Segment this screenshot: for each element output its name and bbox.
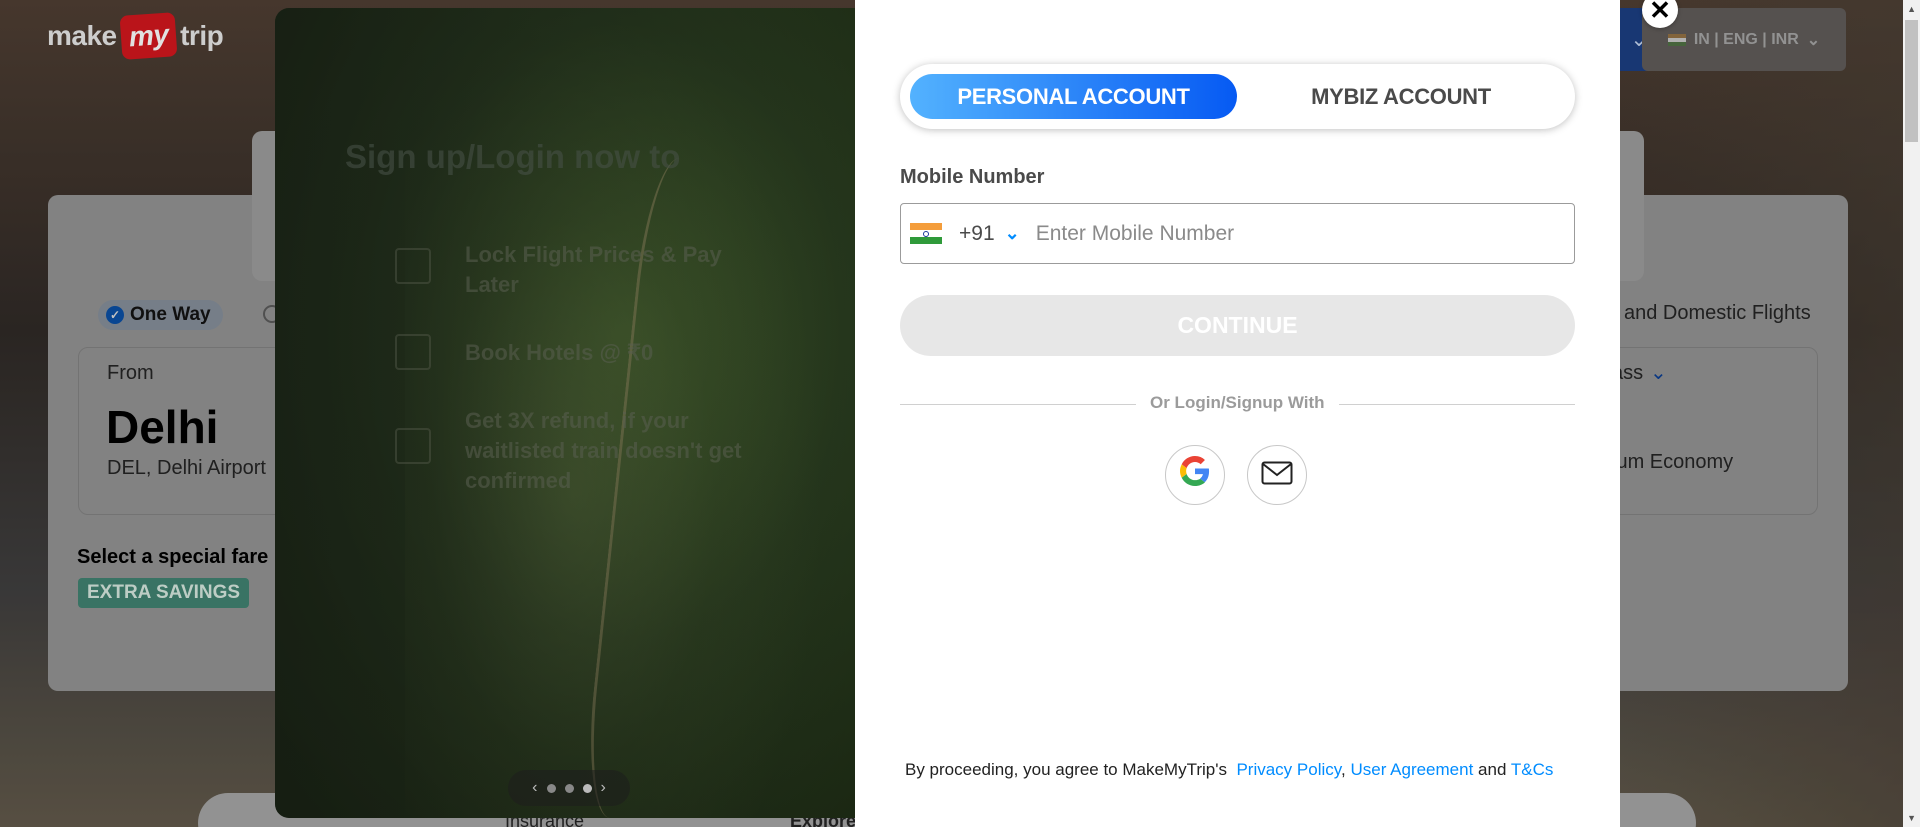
- train-icon: [395, 428, 431, 464]
- or-login-label: Or Login/Signup With: [1136, 393, 1339, 413]
- chevron-down-icon[interactable]: ⌄: [1005, 223, 1020, 244]
- account-type-toggle: PERSONAL ACCOUNT MYBIZ ACCOUNT: [900, 64, 1575, 129]
- tab-personal-account[interactable]: PERSONAL ACCOUNT: [910, 74, 1237, 119]
- user-agreement-link[interactable]: User Agreement: [1350, 760, 1473, 779]
- mobile-number-field: +91 ⌄: [900, 203, 1575, 264]
- envelope-icon: [1261, 461, 1293, 490]
- google-icon: [1180, 455, 1210, 495]
- carousel-dot[interactable]: [546, 783, 556, 793]
- email-login-button[interactable]: [1247, 445, 1307, 505]
- carousel-dot-active[interactable]: [582, 783, 592, 793]
- promo-carousel-controls: ‹ ›: [508, 770, 630, 806]
- promo-feature: Book Hotels @ ₹0: [465, 340, 654, 365]
- mobile-number-label: Mobile Number: [900, 166, 1045, 188]
- promo-title: Sign up/Login now to: [345, 138, 681, 175]
- india-flag-icon: [910, 222, 942, 245]
- terms-and: and: [1478, 760, 1507, 779]
- tab-mybiz-account[interactable]: MYBIZ ACCOUNT: [1237, 74, 1565, 119]
- carousel-dot[interactable]: [564, 783, 574, 793]
- carousel-prev-icon[interactable]: ‹: [532, 779, 537, 797]
- terms-conditions-link[interactable]: T&Cs: [1511, 760, 1554, 779]
- google-login-button[interactable]: [1165, 445, 1225, 505]
- hotel-icon: [395, 334, 431, 370]
- scroll-down-arrow-icon[interactable]: ▼: [1907, 813, 1916, 823]
- terms-prefix: By proceeding, you agree to MakeMyTrip's: [905, 760, 1227, 779]
- login-promo-panel: Sign up/Login now to Lock Flight Prices …: [275, 8, 855, 818]
- promo-feature: Get 3X refund, if your waitlisted train …: [465, 408, 742, 493]
- promo-feature: Lock Flight Prices & Pay Later: [465, 242, 722, 297]
- page-scrollbar[interactable]: ▲ ▼: [1903, 0, 1920, 827]
- terms-comma: ,: [1341, 760, 1346, 779]
- continue-button[interactable]: CONTINUE: [900, 295, 1575, 356]
- privacy-policy-link[interactable]: Privacy Policy: [1236, 760, 1341, 779]
- mobile-number-input[interactable]: [1035, 221, 1574, 246]
- terms-text: By proceeding, you agree to MakeMyTrip's…: [905, 760, 1553, 780]
- lock-price-icon: [395, 248, 431, 284]
- country-code[interactable]: +91: [959, 222, 995, 246]
- carousel-next-icon[interactable]: ›: [601, 779, 606, 797]
- scroll-up-arrow-icon[interactable]: ▲: [1907, 4, 1916, 14]
- scrollbar-thumb[interactable]: [1905, 20, 1918, 142]
